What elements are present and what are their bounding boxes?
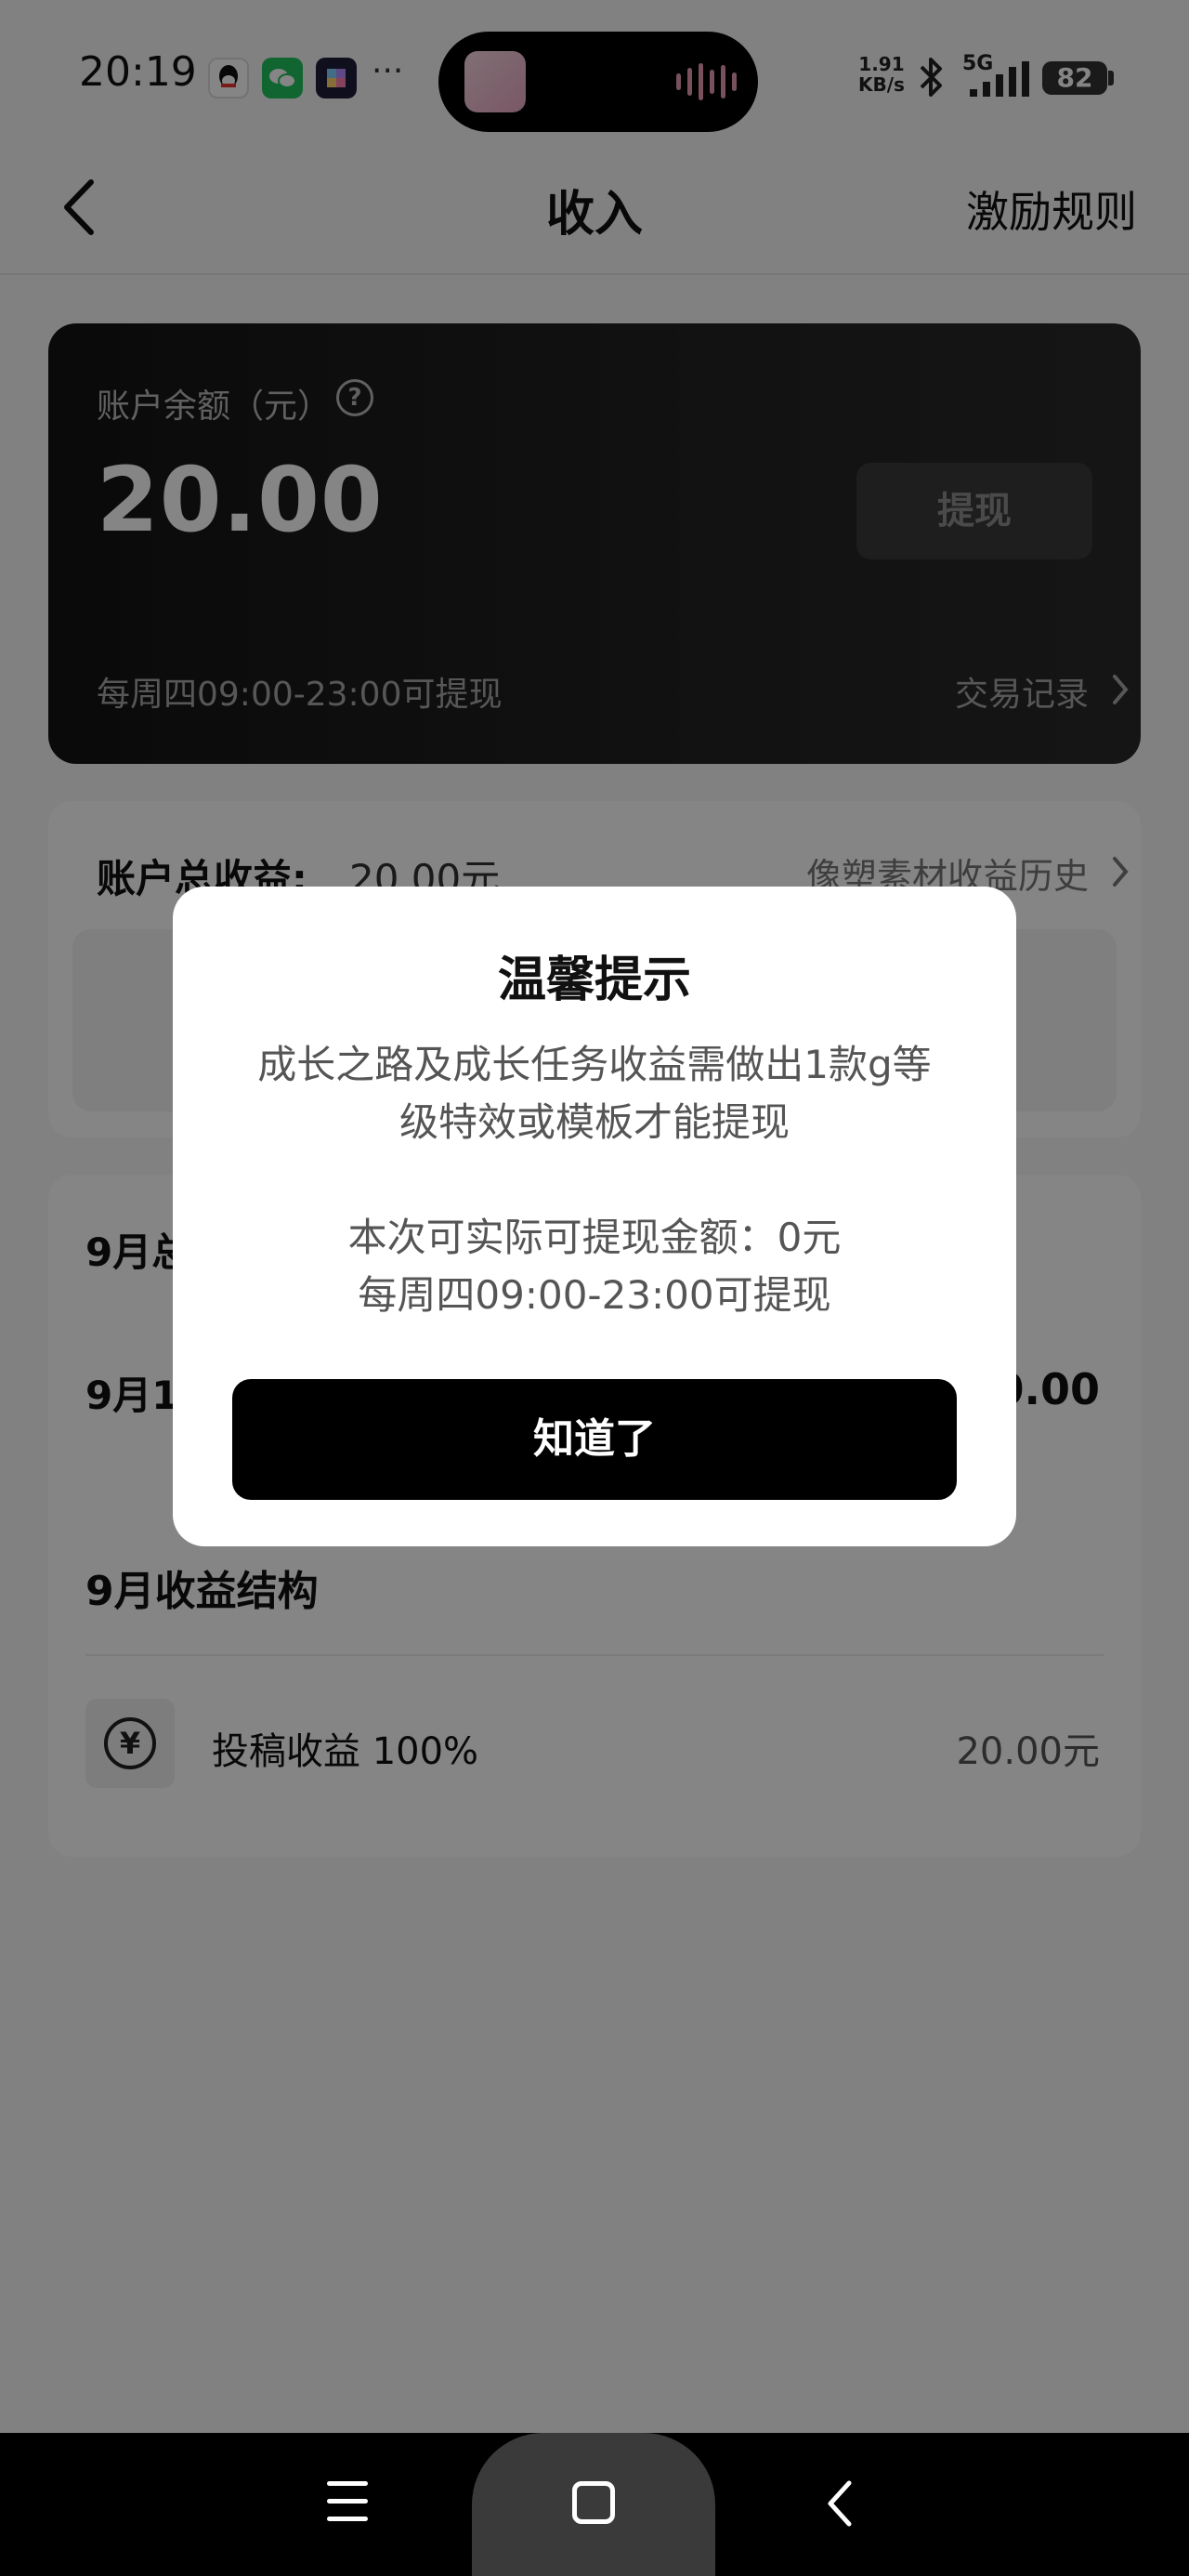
menu-icon[interactable] <box>327 2481 368 2526</box>
dialog-time-line: 每周四09:00-23:00可提现 <box>358 1272 831 1318</box>
back-icon[interactable] <box>821 2476 858 2531</box>
dialog-message-line: 成长之路及成长任务收益需做出1款g等 <box>257 1042 932 1087</box>
dialog-title: 温馨提示 <box>497 953 691 1008</box>
dialog-amount-line: 本次可实际可提现金额：0元 <box>347 1215 842 1260</box>
got-it-button[interactable]: 知道了 <box>232 1379 957 1500</box>
home-icon[interactable] <box>572 2481 615 2524</box>
dialog-message-line: 级特效或模板才能提现 <box>399 1099 790 1145</box>
